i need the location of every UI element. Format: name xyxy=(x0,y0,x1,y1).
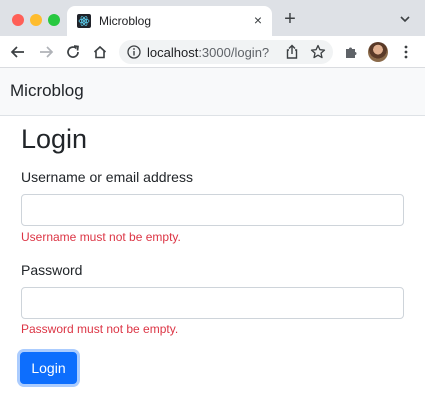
info-icon[interactable] xyxy=(127,45,141,59)
home-icon[interactable] xyxy=(91,43,109,61)
share-icon[interactable] xyxy=(284,44,300,60)
forward-arrow-icon[interactable] xyxy=(37,43,55,61)
username-error: Username must not be empty. xyxy=(21,230,181,244)
star-icon[interactable] xyxy=(310,44,326,60)
url-path: :3000/login? xyxy=(198,45,270,60)
kebab-menu-icon[interactable] xyxy=(397,43,415,61)
maximize-window-button[interactable] xyxy=(48,14,60,26)
back-arrow-icon[interactable] xyxy=(9,43,27,61)
navbar-brand-link[interactable]: Microblog xyxy=(10,81,84,101)
browser-tab[interactable]: Microblog × xyxy=(67,6,272,36)
url-text[interactable]: localhost:3000/login? xyxy=(147,45,269,60)
url-host: localhost xyxy=(147,45,199,60)
minimize-window-button[interactable] xyxy=(30,14,42,26)
tab-title: Microblog xyxy=(99,14,152,28)
password-error: Password must not be empty. xyxy=(21,322,179,336)
close-icon[interactable]: × xyxy=(249,11,267,29)
password-label: Password xyxy=(21,262,83,278)
username-label: Username or email address xyxy=(21,169,193,185)
page-title: Login xyxy=(21,124,88,154)
address-bar[interactable]: localhost:3000/login? xyxy=(119,40,333,64)
reload-icon[interactable] xyxy=(64,43,82,61)
extensions-puzzle-icon[interactable] xyxy=(342,43,360,61)
login-button[interactable]: Login xyxy=(20,352,77,384)
browser-tab-strip: Microblog × + xyxy=(0,0,425,36)
browser-toolbar: localhost:3000/login? xyxy=(0,36,425,68)
chevron-down-icon[interactable] xyxy=(398,12,412,26)
plus-icon[interactable]: + xyxy=(280,9,300,29)
close-window-button[interactable] xyxy=(12,14,24,26)
react-favicon-icon xyxy=(77,14,91,28)
password-input[interactable] xyxy=(21,287,404,319)
username-input[interactable] xyxy=(21,194,404,226)
profile-avatar[interactable] xyxy=(368,42,388,62)
app-navbar: Microblog xyxy=(0,68,425,116)
